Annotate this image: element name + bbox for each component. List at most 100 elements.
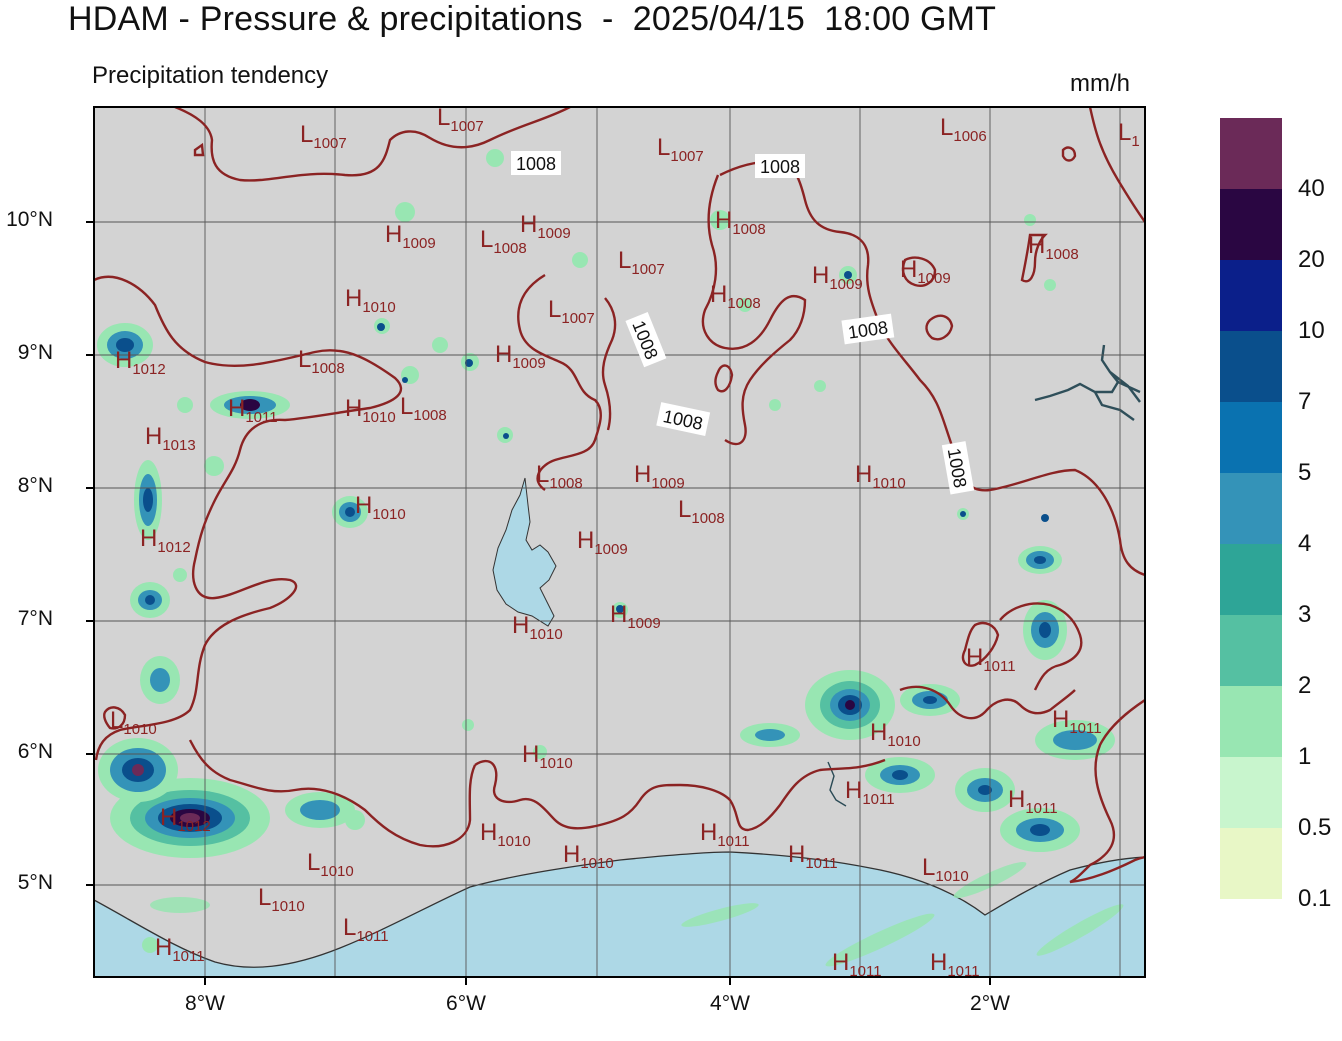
pressure-center-value: 1011 bbox=[805, 855, 837, 872]
pressure-center-value: 1008 bbox=[1045, 246, 1078, 263]
pressure-center-letter: H bbox=[700, 819, 717, 846]
pressure-center-letter: H bbox=[140, 525, 157, 552]
pressure-center-letter: H bbox=[845, 777, 862, 804]
colorbar-label: 0.1 bbox=[1298, 885, 1332, 912]
pressure-center-value: 1011 bbox=[356, 928, 388, 945]
pressure-center-letter: L bbox=[307, 849, 320, 876]
pressure-center-letter: H bbox=[495, 341, 512, 368]
colorbar-swatch bbox=[1220, 118, 1282, 189]
colorbar-label: 4 bbox=[1298, 530, 1312, 557]
pressure-center-letter: H bbox=[788, 841, 805, 868]
pressure-center-letter: L bbox=[618, 247, 631, 274]
pressure-center-value: 1007 bbox=[313, 135, 346, 152]
pressure-center-letter: H bbox=[228, 395, 245, 422]
pressure-center-letter: H bbox=[832, 949, 849, 976]
pressure-center-value: 1011 bbox=[172, 948, 204, 965]
pressure-center-value: 1012 bbox=[157, 539, 190, 556]
pressure-center-value: 1008 bbox=[732, 221, 765, 238]
pressure-center-value: 1008 bbox=[727, 295, 760, 312]
pressure-center-value: 1010 bbox=[497, 833, 530, 850]
pressure-center-letter: L bbox=[548, 296, 561, 323]
pressure-center-value: 1008 bbox=[549, 475, 582, 492]
colorbar-swatch bbox=[1220, 331, 1282, 402]
pressure-center-value: 1011 bbox=[983, 658, 1015, 675]
pressure-center-value: 1009 bbox=[402, 235, 435, 252]
pressure-center-letter: H bbox=[610, 601, 627, 628]
pressure-center-letter: H bbox=[930, 949, 947, 976]
pressure-center-letter: L bbox=[298, 346, 311, 373]
pressure-center-value: 1008 bbox=[691, 510, 724, 527]
pressure-center-letter: L bbox=[1118, 119, 1131, 146]
pressure-center-value: 1 bbox=[1131, 133, 1139, 150]
colorbar-swatch bbox=[1220, 402, 1282, 473]
pressure-center-value: 1010 bbox=[529, 626, 562, 643]
pressure-center-letter: H bbox=[145, 423, 162, 450]
colorbar-swatch bbox=[1220, 260, 1282, 331]
pressure-center-letter: H bbox=[115, 347, 132, 374]
rain-cell bbox=[740, 723, 800, 747]
colorbar-label: 10 bbox=[1298, 317, 1325, 344]
colorbar-swatch bbox=[1220, 615, 1282, 686]
pressure-center-letter: H bbox=[155, 934, 172, 961]
isobar-label: 1008 bbox=[760, 157, 800, 177]
pressure-center-letter: L bbox=[437, 104, 450, 131]
pressure-center-letter: H bbox=[966, 644, 983, 671]
pressure-center-value: 1007 bbox=[631, 261, 664, 278]
pressure-center-value: 1009 bbox=[594, 541, 627, 558]
pressure-center-letter: H bbox=[355, 492, 372, 519]
pressure-center-letter: L bbox=[343, 914, 356, 941]
pressure-center-value: 1010 bbox=[320, 863, 353, 880]
pressure-center-value: 1009 bbox=[537, 225, 570, 242]
pressure-center-letter: H bbox=[520, 211, 537, 238]
colorbar-swatch bbox=[1220, 544, 1282, 615]
pressure-center-value: 1010 bbox=[872, 475, 905, 492]
pressure-center-letter: L bbox=[400, 393, 413, 420]
pressure-center-value: 1011 bbox=[1025, 800, 1057, 817]
pressure-center-letter: L bbox=[300, 121, 313, 148]
pressure-center-value: 1007 bbox=[450, 118, 483, 135]
pressure-center-letter: L bbox=[678, 496, 691, 523]
pressure-center-letter: L bbox=[657, 134, 670, 161]
colorbar-swatch bbox=[1220, 828, 1282, 899]
pressure-center-letter: H bbox=[563, 841, 580, 868]
pressure-center-value: 1009 bbox=[829, 276, 862, 293]
colorbar-label: 2 bbox=[1298, 672, 1312, 699]
rain-cell bbox=[98, 738, 178, 802]
pressure-center-letter: H bbox=[480, 819, 497, 846]
pressure-center-value: 1011 bbox=[862, 791, 894, 808]
pressure-center-letter: H bbox=[870, 719, 887, 746]
pressure-center-letter: L bbox=[258, 884, 271, 911]
pressure-center-value: 1011 bbox=[717, 833, 749, 850]
pressure-center-value: 1006 bbox=[953, 128, 986, 145]
pressure-center-value: 1010 bbox=[935, 868, 968, 885]
pressure-center-letter: H bbox=[1028, 232, 1045, 259]
pressure-center-value: 1010 bbox=[123, 721, 156, 738]
pressure-center-letter: H bbox=[634, 461, 651, 488]
pressure-center-value: 1012 bbox=[177, 818, 210, 835]
pressure-center-letter: H bbox=[855, 461, 872, 488]
pressure-center-letter: L bbox=[536, 461, 549, 488]
pressure-center-value: 1009 bbox=[917, 270, 950, 287]
pressure-center-value: 1010 bbox=[271, 898, 304, 915]
pressure-center-value: 1009 bbox=[627, 615, 660, 632]
pressure-center-value: 1010 bbox=[372, 506, 405, 523]
pressure-center-letter: H bbox=[160, 804, 177, 831]
pressure-center-letter: H bbox=[522, 741, 539, 768]
pressure-center-value: 1010 bbox=[539, 755, 572, 772]
pressure-center-value: 1011 bbox=[245, 409, 277, 426]
pressure-center-letter: H bbox=[345, 285, 362, 312]
pressure-center-value: 1010 bbox=[580, 855, 613, 872]
pressure-center-letter: L bbox=[110, 707, 123, 734]
pressure-center-letter: H bbox=[1008, 786, 1025, 813]
rain-cell bbox=[955, 768, 1015, 812]
pressure-center-letter: H bbox=[1052, 706, 1069, 733]
pressure-center-value: 1008 bbox=[413, 407, 446, 424]
pressure-center-value: 1013 bbox=[162, 437, 195, 454]
colorbar-label: 5 bbox=[1298, 459, 1312, 486]
pressure-center-letter: H bbox=[715, 207, 732, 234]
pressure-center-letter: H bbox=[512, 612, 529, 639]
pressure-center-value: 1010 bbox=[362, 299, 395, 316]
colorbar-label: 3 bbox=[1298, 601, 1312, 628]
colorbar-label: 20 bbox=[1298, 246, 1325, 273]
pressure-center-value: 1008 bbox=[493, 240, 526, 257]
